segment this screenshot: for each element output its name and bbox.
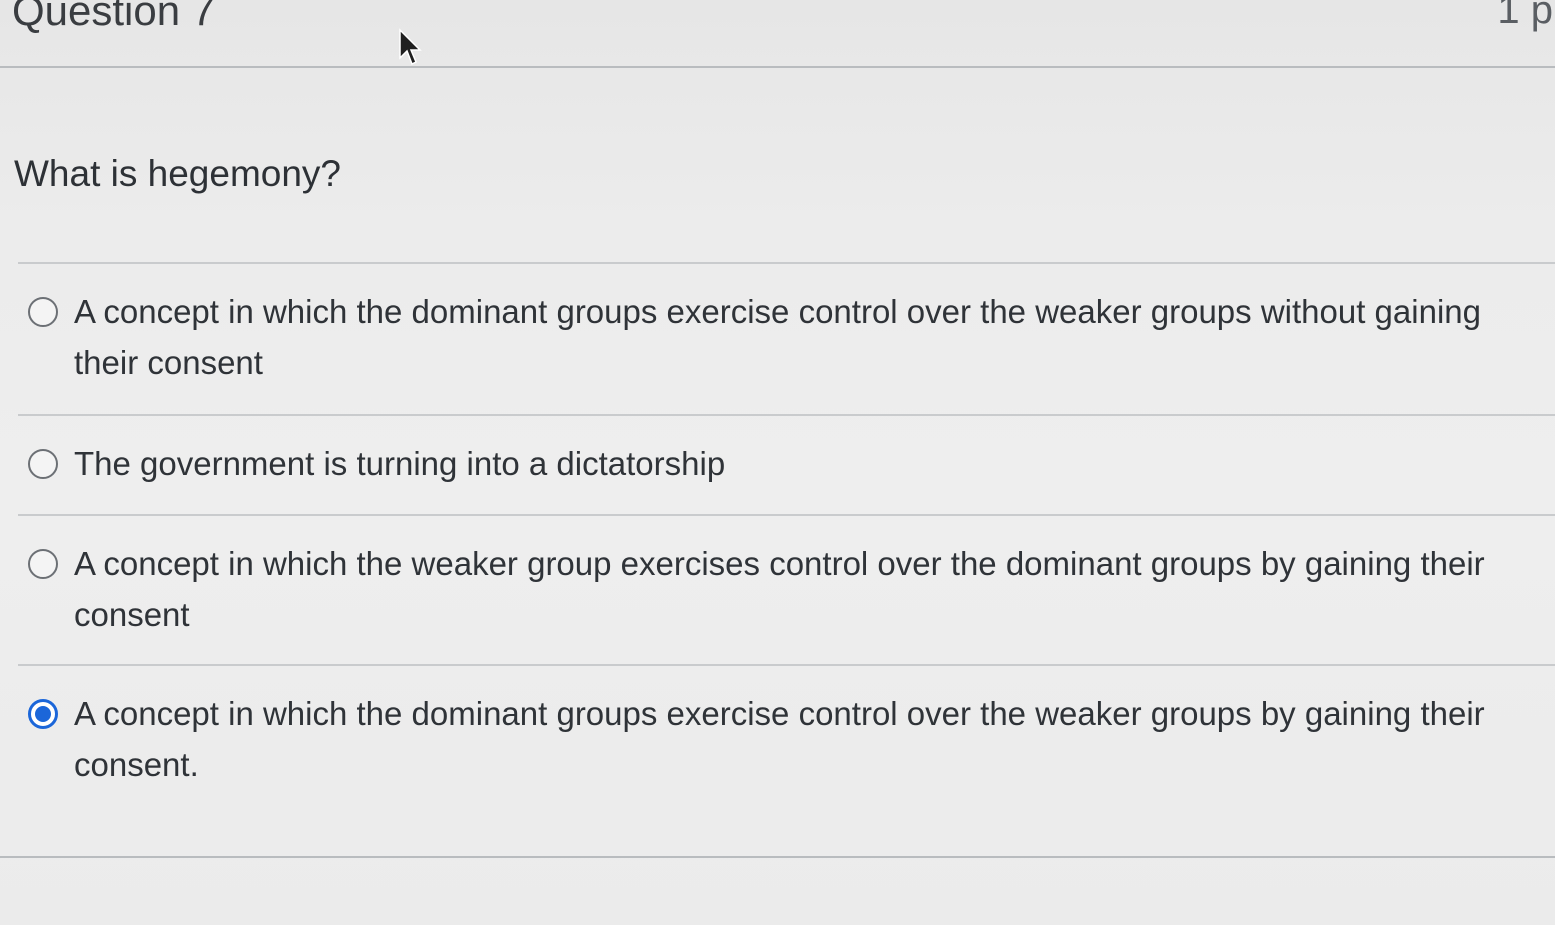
answer-label-3: A concept in which the weaker group exer…: [74, 545, 1485, 633]
answer-option-1[interactable]: A concept in which the dominant groups e…: [18, 264, 1555, 414]
answer-label-4: A concept in which the dominant groups e…: [74, 695, 1485, 783]
radio-button-4-selected[interactable]: [28, 699, 58, 729]
radio-button-1[interactable]: [28, 297, 58, 327]
question-prompt: What is hegemony?: [14, 153, 342, 194]
question-header: Question 7 1 p: [0, 0, 1555, 68]
answer-list: A concept in which the dominant groups e…: [18, 262, 1555, 856]
answer-option-2[interactable]: The government is turning into a dictato…: [18, 416, 1555, 514]
question-title: Question 7: [12, 0, 216, 34]
radio-button-3[interactable]: [28, 549, 58, 579]
answer-label-1: A concept in which the dominant groups e…: [74, 293, 1481, 381]
mouse-pointer-icon: [399, 28, 422, 66]
answer-option-3[interactable]: A concept in which the weaker group exer…: [18, 516, 1555, 664]
answer-option-4[interactable]: A concept in which the dominant groups e…: [18, 666, 1555, 856]
radio-button-2[interactable]: [28, 449, 58, 479]
quiz-screen: Question 7 1 p What is hegemony? A conce…: [0, 0, 1555, 925]
answer-label-2: The government is turning into a dictato…: [74, 445, 726, 482]
question-points: 1 p: [1497, 0, 1553, 32]
question-footer-divider: [0, 856, 1555, 858]
